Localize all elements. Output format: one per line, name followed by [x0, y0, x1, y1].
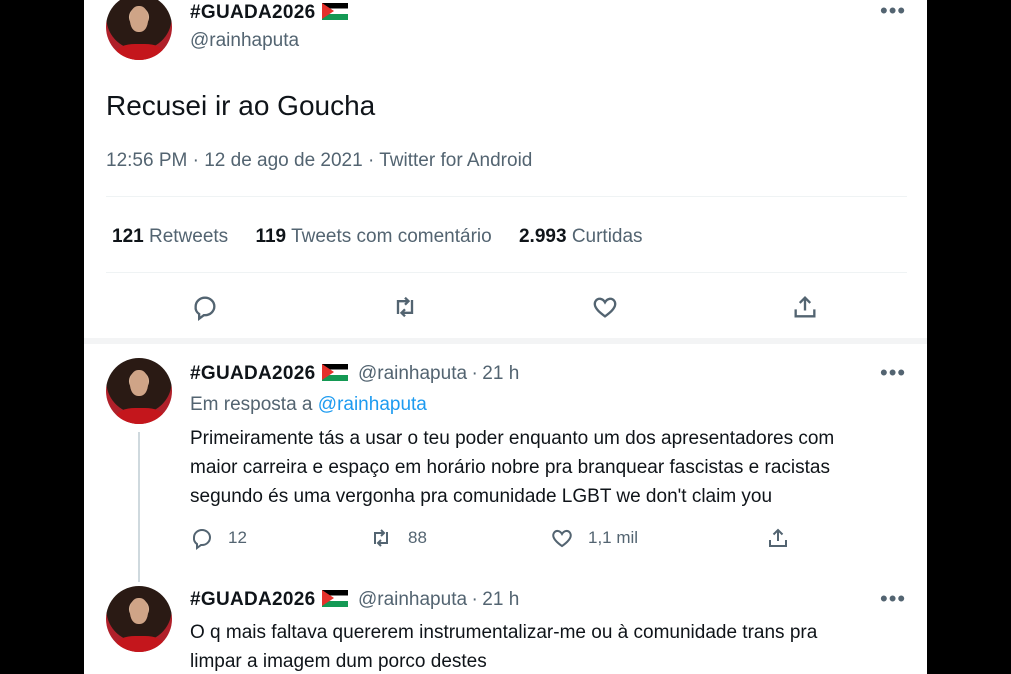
- reply-action[interactable]: 12: [190, 524, 247, 552]
- display-name[interactable]: #GUADA2026: [190, 2, 316, 23]
- timestamp[interactable]: 21 h: [482, 363, 519, 384]
- likes-count: 2.993: [518, 226, 567, 247]
- replying-to-prefix: Em resposta a: [190, 394, 313, 415]
- replying-to: Em resposta a @rainhaputa: [190, 394, 427, 416]
- reply-text-line: Primeiramente tás a usar o teu poder enq…: [190, 428, 835, 449]
- reply-text: O q mais faltava quererem instrumentaliz…: [190, 618, 817, 674]
- reply-count: 12: [228, 528, 247, 547]
- more-options-icon[interactable]: •••: [880, 0, 906, 24]
- share-icon[interactable]: [764, 524, 792, 552]
- avatar[interactable]: [106, 586, 172, 652]
- handle[interactable]: @rainhaputa: [358, 363, 467, 384]
- dot-separator: ·: [471, 589, 478, 610]
- display-name[interactable]: #GUADA2026: [190, 363, 316, 384]
- like-icon: [552, 529, 572, 548]
- retweet-icon: [374, 529, 388, 547]
- handle[interactable]: @rainhaputa: [190, 30, 299, 52]
- section-separator: [84, 338, 927, 344]
- reply-text-line: limpar a imagem dum porco destes: [190, 651, 487, 672]
- author-block: #GUADA2026: [190, 2, 348, 25]
- thread-line: [138, 432, 140, 582]
- tweet-stats: 121 Retweets 119 Tweets com comentário 2…: [112, 226, 643, 248]
- like-action[interactable]: 1,1 mil: [550, 524, 638, 552]
- likes-label: Curtidas: [571, 226, 643, 247]
- avatar-face: [130, 598, 148, 624]
- avatar-face: [130, 6, 148, 32]
- more-options-icon[interactable]: •••: [880, 586, 906, 612]
- tweet-text: Recusei ir ao Goucha: [106, 90, 376, 121]
- share-icon[interactable]: [788, 290, 822, 324]
- reply-text: Primeiramente tás a usar o teu poder enq…: [190, 424, 834, 511]
- dot-separator: ·: [471, 363, 478, 384]
- retweet-action[interactable]: 88: [368, 524, 427, 552]
- more-options-icon[interactable]: •••: [880, 360, 906, 386]
- reply-text-line: segundo és uma vergonha pra comunidade L…: [190, 486, 773, 507]
- avatar-face: [130, 370, 148, 396]
- avatar-shirt: [116, 44, 164, 60]
- quotes-label: Tweets com comentário: [291, 226, 492, 247]
- like-count: 1,1 mil: [588, 528, 639, 547]
- handle[interactable]: @rainhaputa: [358, 589, 467, 610]
- reply-text-line: maior carreira e espaço em horário nobre…: [190, 457, 830, 478]
- screenshot: #GUADA2026 @rainhaputa ••• Recusei ir ao…: [0, 0, 1011, 674]
- reply-header: #GUADA2026 @rainhaputa · 21 h: [190, 362, 519, 387]
- reply-icon: [192, 529, 211, 550]
- display-name[interactable]: #GUADA2026: [190, 589, 316, 610]
- likes-stat[interactable]: 2.993 Curtidas: [519, 226, 643, 247]
- tweet-thread-view: #GUADA2026 @rainhaputa ••• Recusei ir ao…: [84, 0, 927, 674]
- palestine-flag-icon: [321, 364, 348, 381]
- reply-header: #GUADA2026 @rainhaputa · 21 h: [190, 588, 519, 613]
- retweet-count: 88: [408, 528, 427, 547]
- retweets-count: 121: [112, 226, 144, 247]
- avatar-shirt: [116, 636, 164, 652]
- tweet-meta[interactable]: 12:56 PM · 12 de ago de 2021 · Twitter f…: [106, 150, 532, 172]
- like-icon[interactable]: [588, 290, 622, 324]
- avatar[interactable]: [106, 358, 172, 424]
- quotes-stat[interactable]: 119 Tweets com comentário: [255, 226, 491, 247]
- reply-text-line: O q mais faltava quererem instrumentaliz…: [190, 622, 818, 643]
- replying-to-link[interactable]: @rainhaputa: [318, 394, 427, 415]
- palestine-flag-icon: [321, 3, 348, 20]
- avatar-shirt: [116, 408, 164, 424]
- reply-icon[interactable]: [188, 290, 222, 324]
- palestine-flag-icon: [321, 590, 348, 607]
- quotes-count: 119: [255, 226, 287, 247]
- retweet-icon[interactable]: [388, 290, 422, 324]
- retweets-stat[interactable]: 121 Retweets: [112, 226, 228, 247]
- divider: [106, 196, 907, 197]
- divider: [106, 272, 907, 273]
- retweets-label: Retweets: [148, 226, 229, 247]
- timestamp[interactable]: 21 h: [482, 589, 519, 610]
- avatar[interactable]: [106, 0, 172, 60]
